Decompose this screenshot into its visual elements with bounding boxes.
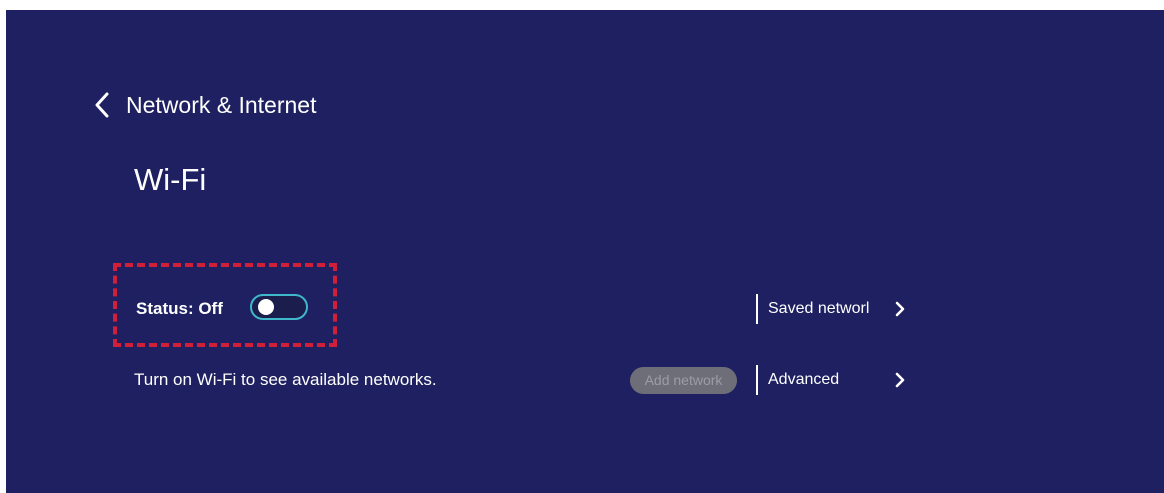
back-title: Network & Internet [126,91,317,118]
saved-networks-label: Saved networl [768,300,870,317]
saved-networks-divider [756,294,758,324]
chevron-left-icon [95,92,109,118]
advanced-label: Advanced [768,371,840,388]
add-network-button[interactable]: Add network [630,367,737,394]
chevron-right-icon [895,372,905,388]
advanced-divider [756,365,758,395]
chevron-right-icon [895,301,905,317]
wifi-toggle[interactable] [250,294,308,320]
advanced-item[interactable]: Advanced [768,365,918,395]
wifi-status-label: Status: Off [136,299,223,318]
page-title: Wi-Fi [134,162,207,197]
saved-networks-item[interactable]: Saved networl [768,294,918,324]
toggle-knob [258,299,274,315]
back-button[interactable]: Network & Internet [94,90,316,120]
settings-screen: Network & Internet Wi-Fi Status: Off Tur… [6,10,1164,493]
wifi-hint-text: Turn on Wi-Fi to see available networks. [134,370,437,389]
